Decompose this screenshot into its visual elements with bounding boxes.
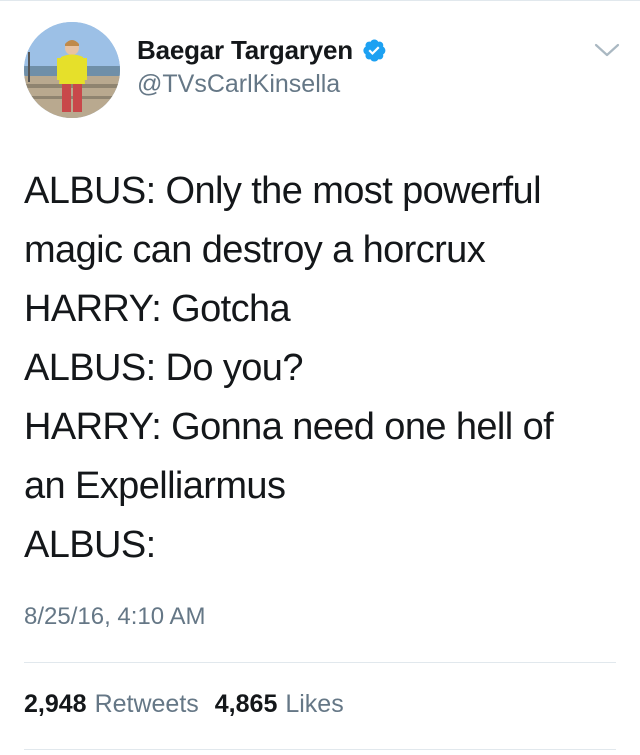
avatar[interactable] [24,22,120,118]
tweet-line: HARRY: Gonna need one hell of [24,406,554,448]
retweets-stat[interactable]: 2,948 Retweets [24,690,199,719]
verified-badge-icon [361,37,387,63]
engagement-stats: 2,948 Retweets 4,865 Likes [24,690,344,719]
tweet-line: HARRY: Gotcha [24,288,291,330]
likes-count: 4,865 [214,690,278,718]
tweet-line: ALBUS: Do you? [24,347,303,389]
tweet-line: ALBUS: Only the most powerful [24,170,542,212]
likes-label: Likes [285,690,344,718]
author-name-row[interactable]: Baegar Targaryen [137,35,387,65]
display-name[interactable]: Baegar Targaryen [137,35,353,66]
tweet-line: an Expelliarmus [24,465,286,507]
tweet-timestamp[interactable]: 8/25/16, 4:10 AM [24,603,205,631]
tweet-line: magic can destroy a horcrux [24,229,486,271]
chevron-down-icon[interactable] [592,40,622,60]
divider [24,662,616,663]
tweet-line: ALBUS: [24,524,156,566]
divider [24,749,616,750]
likes-stat[interactable]: 4,865 Likes [215,690,344,719]
avatar-photo [24,22,120,118]
retweets-count: 2,948 [24,690,87,718]
tweet-text: ALBUS: Only the most powerful magic can … [24,162,614,575]
top-divider [0,0,640,1]
retweets-label: Retweets [94,690,199,718]
user-handle[interactable]: @TVsCarlKinsella [137,70,340,99]
